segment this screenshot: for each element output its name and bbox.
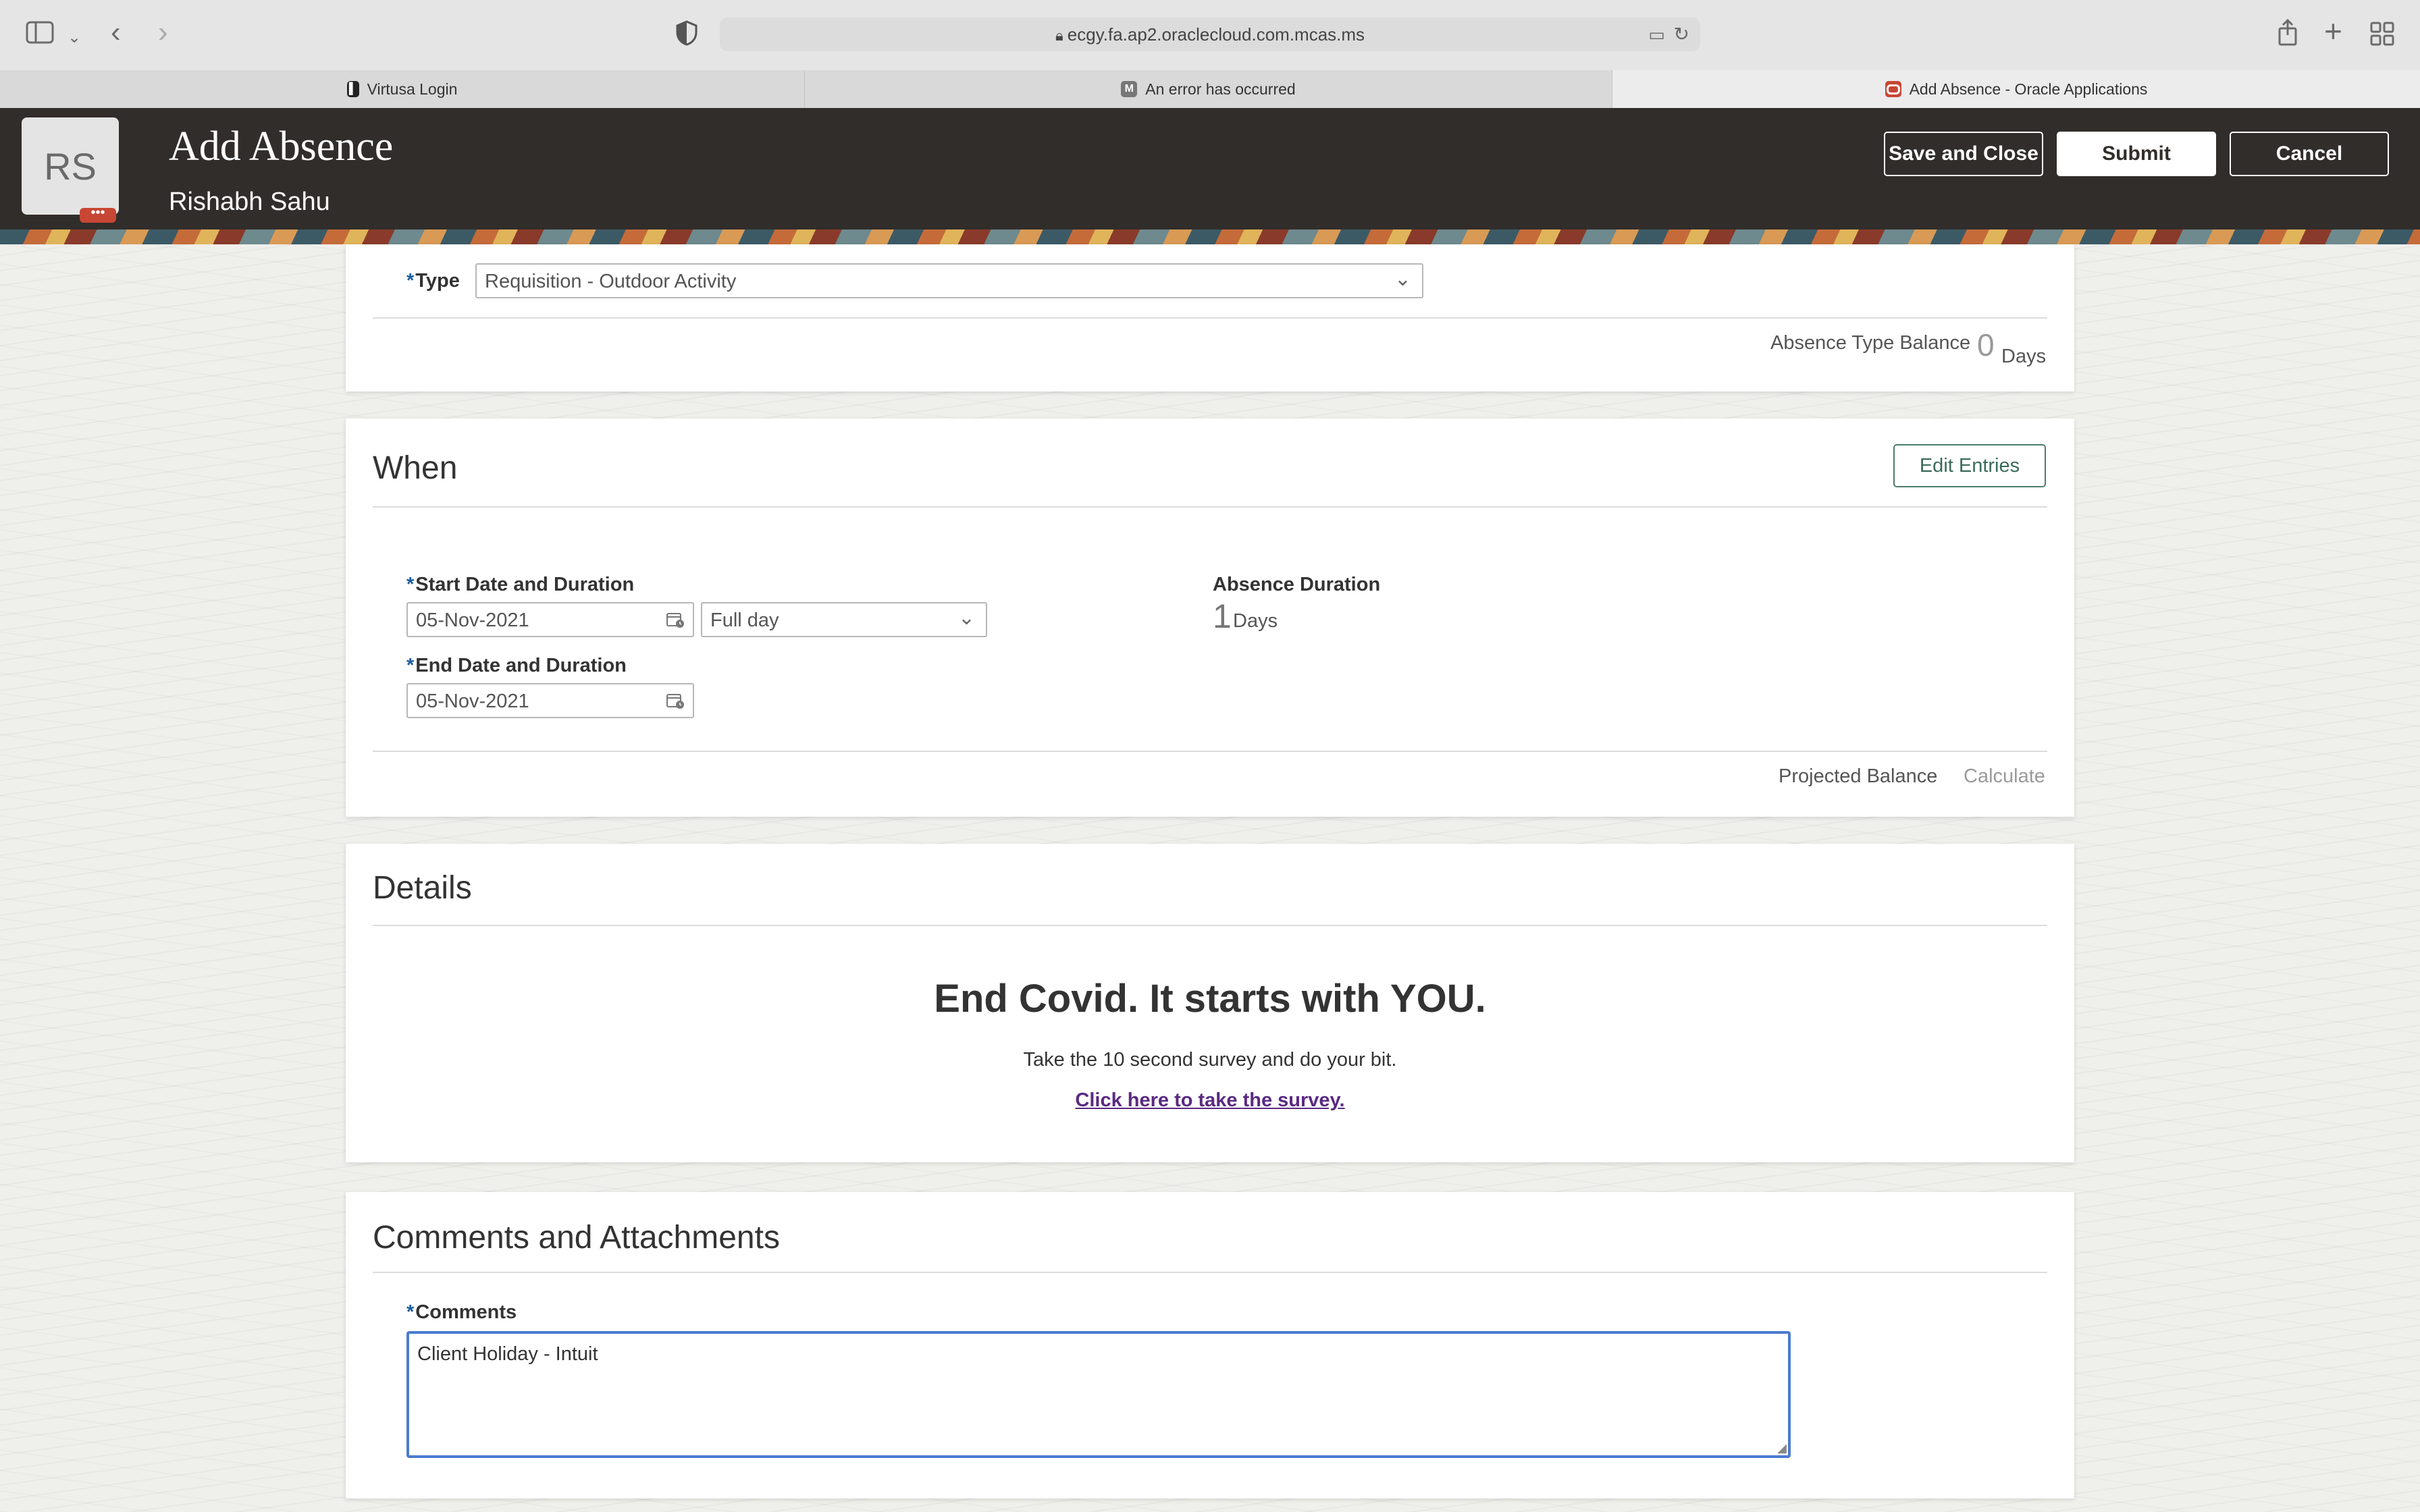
end-date-input[interactable]: 05-Nov-2021 xyxy=(406,683,694,718)
chevron-down-icon: ⌄ xyxy=(957,607,975,629)
comments-card: Comments and Attachments *Comments Clien… xyxy=(346,1192,2074,1498)
calendar-icon[interactable] xyxy=(666,692,685,709)
divider xyxy=(373,925,2047,926)
tab-label: Add Absence - Oracle Applications xyxy=(1909,80,2148,98)
section-title-details: Details xyxy=(373,870,472,906)
decorative-banner-stripe xyxy=(0,230,2420,244)
end-date-value: 05-Nov-2021 xyxy=(416,691,529,712)
app-header: RS ••• Add Absence Rishabh Sahu Save and… xyxy=(0,108,2420,230)
absence-duration-unit: Days xyxy=(1233,610,1278,632)
covid-subtext: Take the 10 second survey and do your bi… xyxy=(1023,1049,1397,1071)
tab-overview-icon[interactable] xyxy=(2370,22,2394,51)
more-actions-badge[interactable]: ••• xyxy=(80,206,116,223)
new-tab-icon[interactable]: + xyxy=(2324,16,2342,47)
absence-duration-label: Absence Duration xyxy=(1213,574,1381,595)
start-date-label: *Start Date and Duration xyxy=(406,574,635,595)
type-select[interactable]: Requisition - Outdoor Activity ⌄ xyxy=(475,263,1423,298)
absence-duration-value: 1 xyxy=(1213,597,1232,635)
edit-entries-button[interactable]: Edit Entries xyxy=(1893,444,2046,487)
reload-icon[interactable]: ↻ xyxy=(1674,23,1689,45)
oracle-favicon-icon xyxy=(1885,81,1901,97)
share-icon[interactable] xyxy=(2277,18,2298,51)
virtusa-favicon-icon: ▌ xyxy=(346,81,359,97)
avatar[interactable]: RS xyxy=(22,117,119,215)
divider xyxy=(373,751,2047,752)
resize-handle-icon[interactable]: ◢ xyxy=(1777,1441,1787,1455)
save-and-close-button[interactable]: Save and Close xyxy=(1884,132,2043,176)
sidebar-toggle-icon[interactable] xyxy=(26,20,55,49)
absence-type-balance-unit: Days xyxy=(2001,346,2047,367)
lock-icon: 🔒︎ xyxy=(1055,27,1068,44)
when-card: When Edit Entries *Start Date and Durati… xyxy=(346,418,2074,817)
divider xyxy=(373,317,2047,319)
reader-icon[interactable]: ▭ xyxy=(1648,24,1665,45)
type-card: *Type Requisition - Outdoor Activity ⌄ A… xyxy=(346,244,2074,392)
start-duration-select[interactable]: Full day ⌄ xyxy=(701,602,987,637)
calculate-link[interactable]: Calculate xyxy=(1964,765,2045,788)
tab-strip: ▌ Virtusa Login M An error has occurred … xyxy=(0,70,2420,109)
end-date-label: *End Date and Duration xyxy=(406,655,627,676)
avatar-initials: RS xyxy=(44,144,97,188)
tab-label: Virtusa Login xyxy=(367,80,458,98)
calendar-icon[interactable] xyxy=(666,611,685,628)
section-title-when: When xyxy=(373,450,458,486)
covid-headline: End Covid. It starts with YOU. xyxy=(934,977,1486,1021)
forward-icon[interactable]: › xyxy=(158,18,168,47)
comments-value: Client Holiday - Intuit xyxy=(417,1343,598,1365)
chevron-down-icon[interactable]: ⌄ xyxy=(68,24,81,51)
page-title: Add Absence xyxy=(169,124,394,169)
tab-virtusa-login[interactable]: ▌ Virtusa Login xyxy=(0,70,805,108)
privacy-shield-icon[interactable] xyxy=(675,20,698,51)
cancel-button[interactable]: Cancel xyxy=(2230,132,2389,176)
m-favicon-icon: M xyxy=(1121,81,1138,97)
back-icon[interactable]: ‹ xyxy=(111,18,121,47)
comments-label: *Comments xyxy=(406,1301,517,1323)
tab-error[interactable]: M An error has occurred xyxy=(805,70,1612,108)
start-duration-value: Full day xyxy=(710,610,779,631)
divider xyxy=(373,506,2047,508)
start-date-value: 05-Nov-2021 xyxy=(416,610,529,631)
url-text: ecgy.fa.ap2.oraclecloud.com.mcas.ms xyxy=(1067,24,1365,45)
tab-label: An error has occurred xyxy=(1145,80,1296,98)
section-title-comments: Comments and Attachments xyxy=(373,1220,780,1256)
browser-toolbar: ⌄ ‹ › 🔒︎ ecgy.fa.ap2.oraclecloud.com.mca… xyxy=(0,0,2420,71)
chevron-down-icon: ⌄ xyxy=(1394,268,1411,290)
survey-link[interactable]: Click here to take the survey. xyxy=(1075,1089,1344,1111)
type-select-value: Requisition - Outdoor Activity xyxy=(485,271,737,292)
projected-balance-label: Projected Balance xyxy=(1779,765,1938,787)
tab-add-absence[interactable]: Add Absence - Oracle Applications xyxy=(1612,70,2420,108)
absence-type-balance-value: 0 xyxy=(1977,327,1995,362)
type-label: *Type xyxy=(406,270,460,292)
submit-button[interactable]: Submit xyxy=(2057,132,2216,176)
absence-type-balance-label: Absence Type Balance xyxy=(1770,332,1971,354)
start-date-input[interactable]: 05-Nov-2021 xyxy=(406,602,694,637)
person-name: Rishabh Sahu xyxy=(169,188,330,216)
details-card: Details End Covid. It starts with YOU. T… xyxy=(346,844,2074,1162)
comments-textarea[interactable]: Client Holiday - Intuit ◢ xyxy=(406,1331,1791,1458)
divider xyxy=(373,1272,2047,1273)
address-bar[interactable]: 🔒︎ ecgy.fa.ap2.oraclecloud.com.mcas.ms ▭… xyxy=(720,18,1700,51)
